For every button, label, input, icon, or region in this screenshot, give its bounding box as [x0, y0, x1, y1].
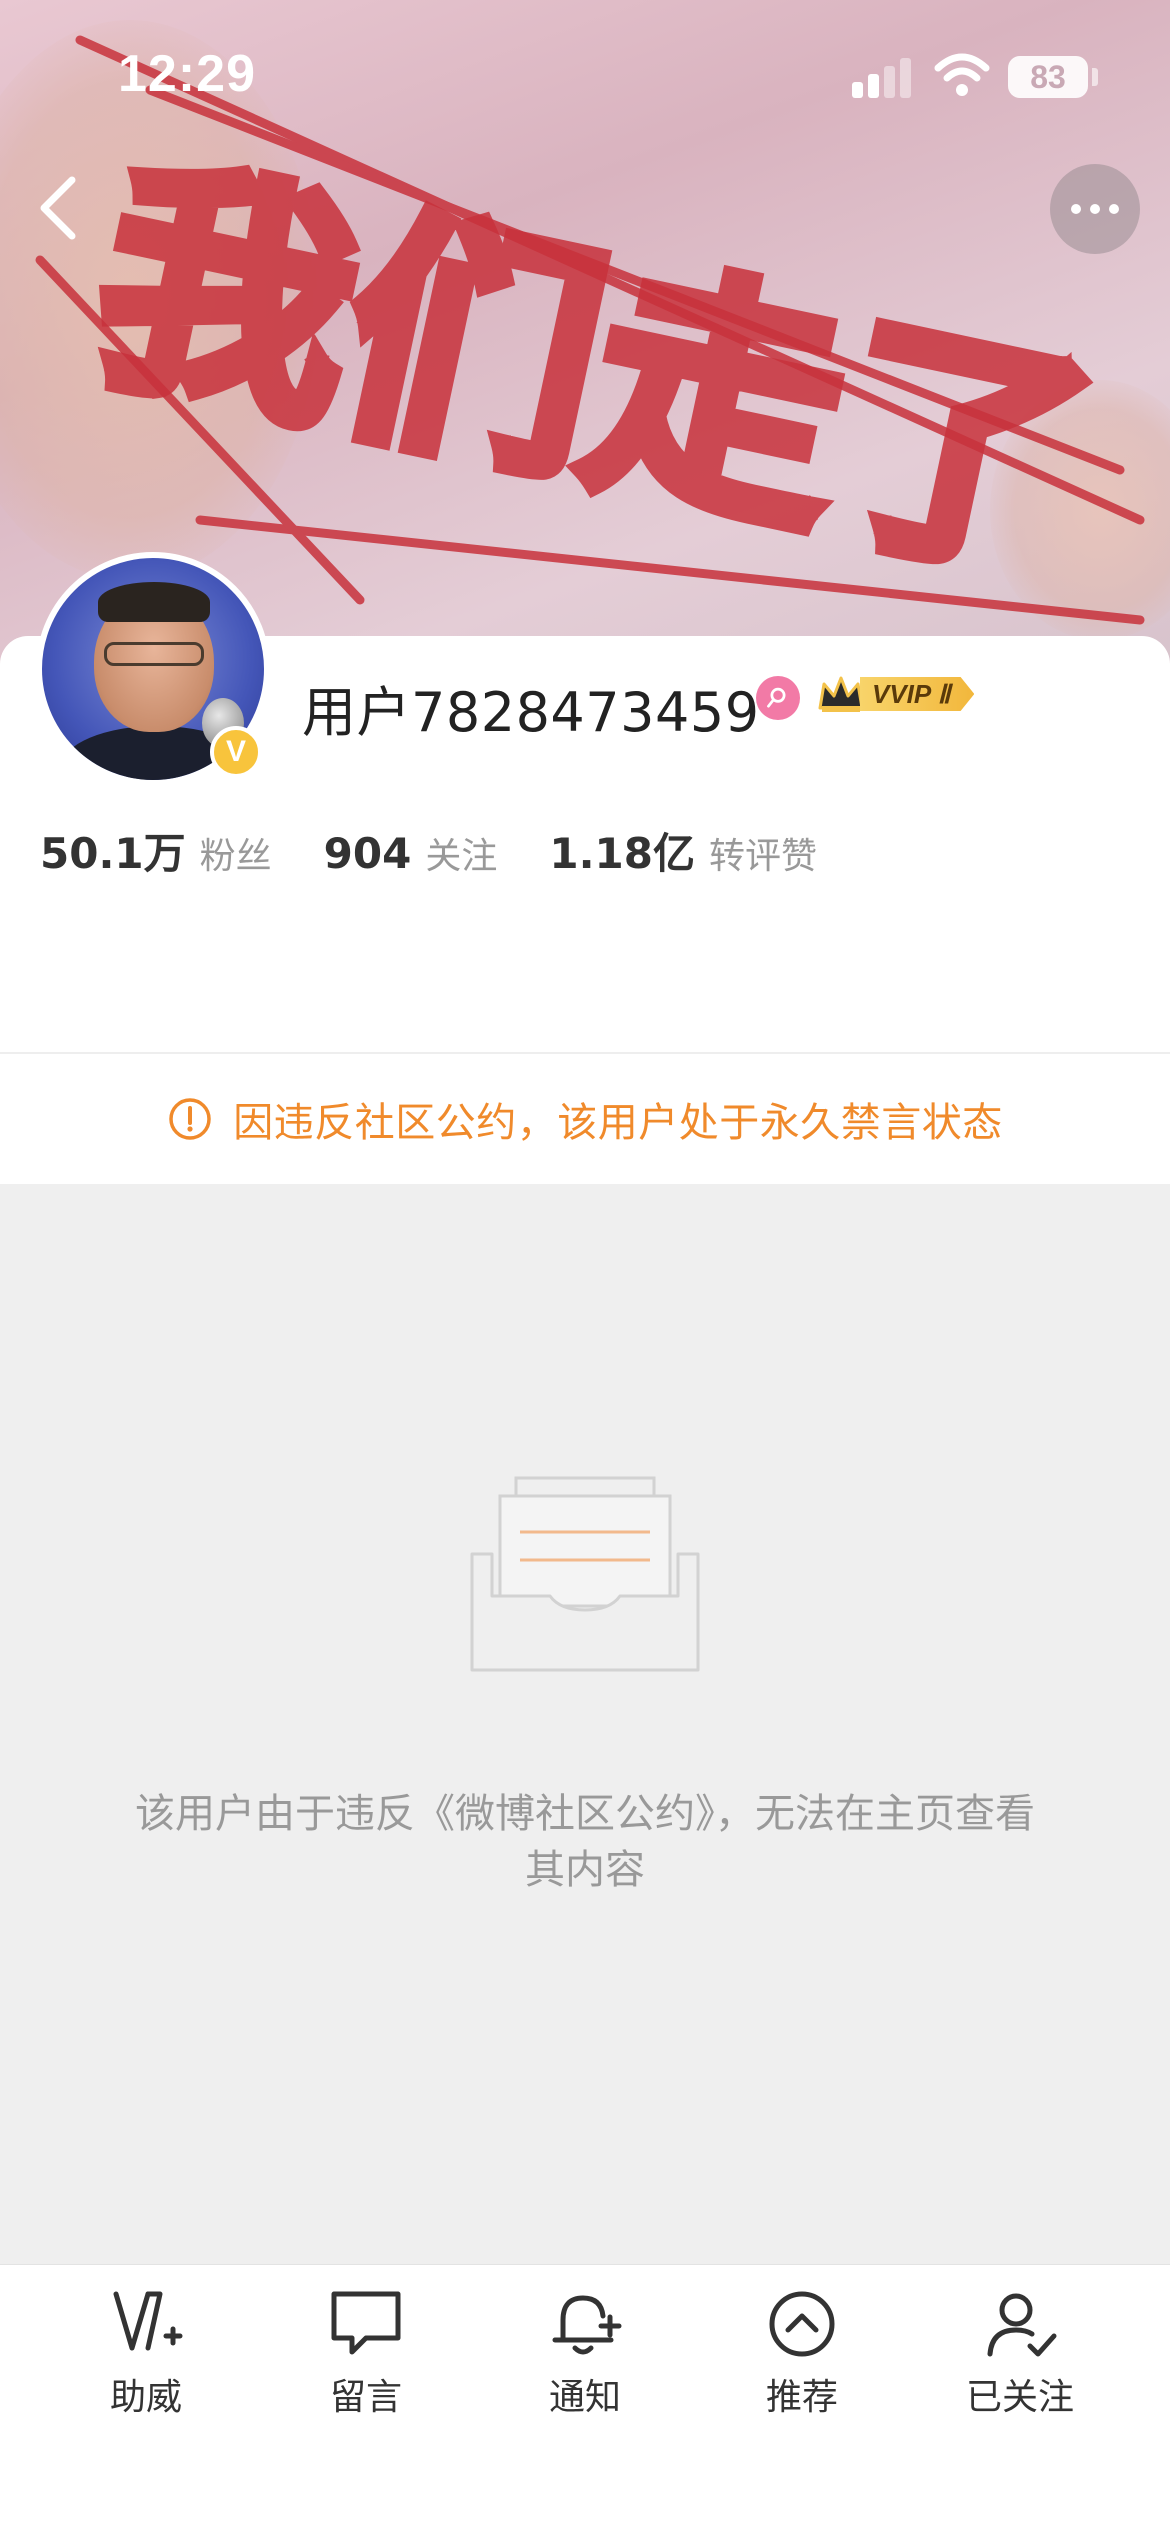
tab-recommend[interactable]: 推荐 — [717, 2286, 887, 2426]
tab-label: 通知 — [548, 2377, 621, 2418]
bell-add-icon — [552, 2295, 622, 2355]
more-dots-icon — [1071, 204, 1081, 214]
ban-notice-text: 因违反社区公约，该用户处于永久禁言状态 — [233, 1100, 1003, 1146]
tab-message[interactable]: 留言 — [281, 2286, 451, 2426]
stat-value: 50.1万 — [40, 829, 186, 878]
tab-label: 已关注 — [965, 2377, 1074, 2418]
stat-reposts-comments-likes: 1.18亿 转评赞 — [549, 820, 817, 881]
empty-box-icon — [470, 1476, 700, 1672]
alert-circle-icon — [169, 1098, 211, 1140]
stat-label: 粉丝 — [199, 836, 272, 877]
stat-followers[interactable]: 50.1万 粉丝 — [40, 820, 272, 881]
battery-level: 83 — [1030, 58, 1066, 95]
tab-label: 留言 — [329, 2377, 402, 2418]
stat-following[interactable]: 904 关注 — [324, 827, 498, 879]
battery-icon: 83 — [1008, 56, 1088, 98]
content-area — [0, 1184, 1170, 2264]
chevron-left-icon — [40, 176, 76, 240]
empty-state-text: 该用户由于违反《微博社区公约》，无法在主页查看其内容 — [135, 1791, 1035, 1893]
stat-value: 904 — [323, 829, 412, 878]
vip-level-label: VVIP Ⅱ — [860, 677, 975, 711]
vip-badge[interactable]: VVIP Ⅱ — [816, 672, 975, 716]
stat-value: 1.18亿 — [549, 829, 695, 878]
cellular-signal-icon — [852, 58, 914, 98]
female-icon — [756, 676, 800, 720]
more-options-button[interactable] — [1050, 164, 1140, 254]
tab-label: 推荐 — [765, 2377, 838, 2418]
status-bar: 12:29 83 — [0, 0, 1170, 150]
profile-username: 用户7828473459 — [302, 681, 760, 744]
cover-banner-text: 我们走了 — [75, 128, 1114, 621]
tab-notification[interactable]: 通知 — [500, 2286, 670, 2426]
crown-icon — [818, 676, 864, 712]
status-time: 12:29 — [118, 45, 256, 103]
back-button[interactable] — [28, 170, 88, 246]
ban-notice-banner: 因违反社区公约，该用户处于永久禁言状态 — [0, 1054, 1170, 1184]
stat-label: 转评赞 — [708, 836, 817, 877]
verified-badge-icon: V — [210, 726, 262, 778]
tab-followed[interactable]: 已关注 — [935, 2286, 1105, 2426]
battery-tip — [1092, 68, 1098, 86]
stat-label: 关注 — [425, 836, 498, 877]
user-check-icon — [987, 2293, 1057, 2357]
wifi-icon — [934, 53, 990, 96]
message-icon — [331, 2291, 401, 2355]
cheer-v-icon — [113, 2291, 183, 2351]
tab-cheer[interactable]: 助威 — [61, 2286, 231, 2426]
profile-stats: 50.1万 粉丝 904 关注 1.18亿 转评赞 — [40, 820, 869, 881]
tab-label: 助威 — [109, 2377, 182, 2418]
recommend-up-icon — [769, 2291, 835, 2357]
